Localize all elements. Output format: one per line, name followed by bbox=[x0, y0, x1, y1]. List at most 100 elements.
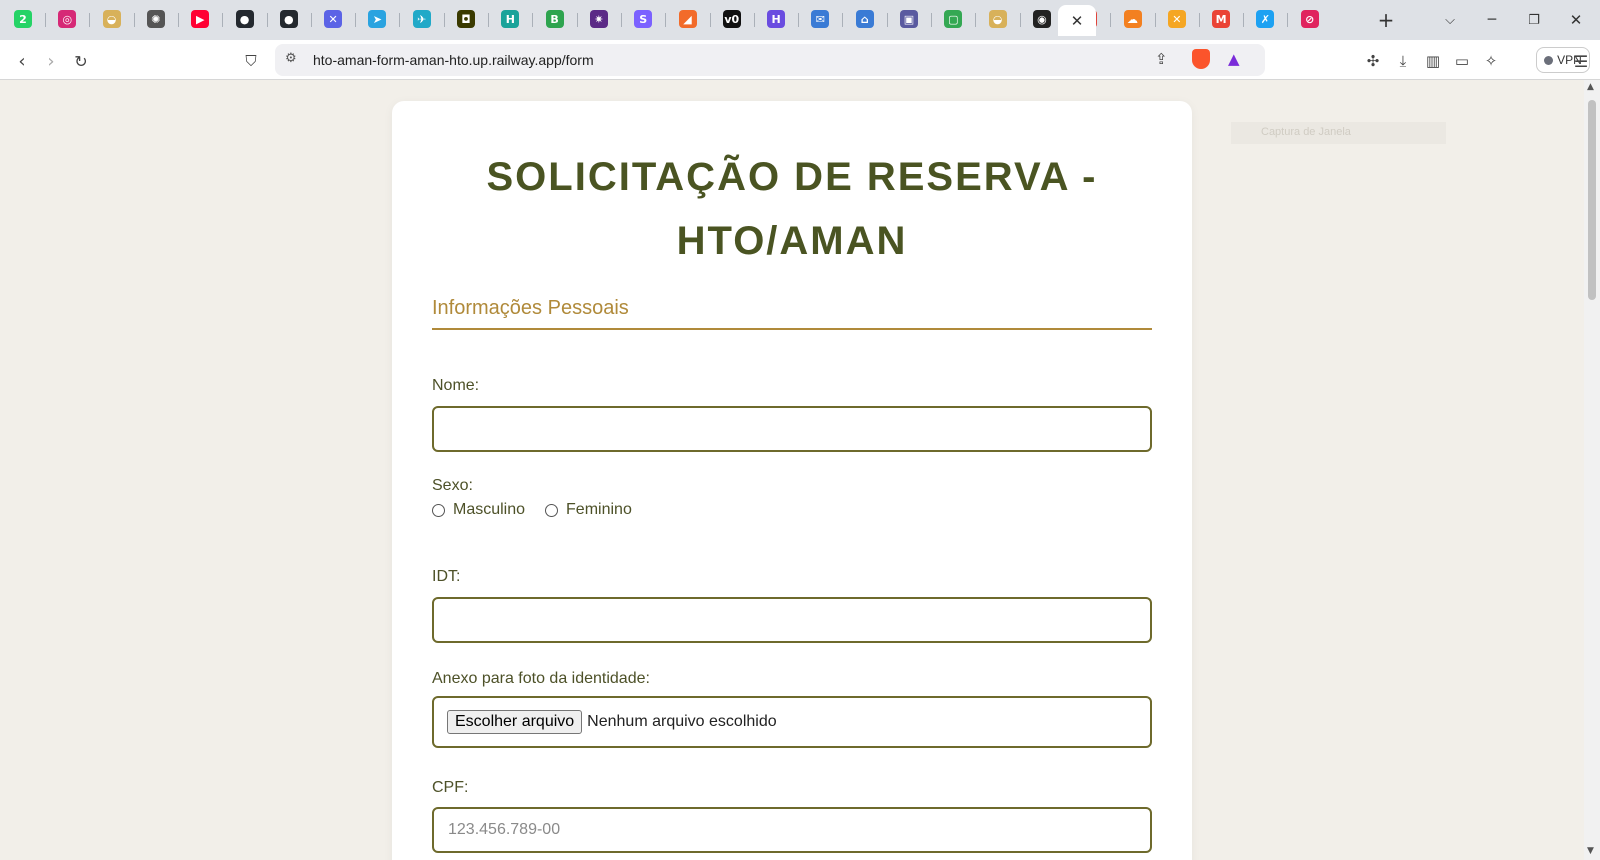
page-title: SOLICITAÇÃO DE RESERVA - HTO/AMAN bbox=[486, 155, 1098, 263]
downloads-icon[interactable]: ⤓ bbox=[1390, 48, 1416, 74]
extensions-icon[interactable]: ✣ bbox=[1360, 48, 1386, 74]
tab-separator bbox=[1019, 13, 1021, 27]
scroll-up-arrow-icon[interactable]: ▲ bbox=[1587, 82, 1594, 92]
menu-icon[interactable]: ☰ bbox=[1568, 48, 1594, 74]
minimize-button[interactable]: ─ bbox=[1472, 6, 1512, 34]
home-tab-icon[interactable]: ⌂ bbox=[855, 10, 874, 28]
red-tab-icon[interactable]: ⊘ bbox=[1300, 10, 1319, 28]
wallet-icon[interactable]: ▭ bbox=[1449, 48, 1475, 74]
tab-separator bbox=[709, 13, 711, 27]
file-status-text: Nenhum arquivo escolhido bbox=[587, 713, 777, 730]
scrollbar-thumb[interactable] bbox=[1588, 100, 1596, 300]
box-tab-icon[interactable]: ▣ bbox=[900, 10, 918, 28]
tab-separator bbox=[576, 13, 578, 27]
tab-separator bbox=[532, 13, 534, 27]
tab-separator bbox=[355, 13, 357, 27]
radio-feminino[interactable] bbox=[545, 503, 559, 517]
instagram-tab-icon[interactable]: ◎ bbox=[58, 10, 77, 28]
sexo-label: Sexo: bbox=[432, 477, 473, 494]
address-bar[interactable]: ⚙ hto-aman-form-aman-hto.up.railway.app/… bbox=[275, 44, 1265, 76]
nome-input[interactable] bbox=[434, 408, 1150, 450]
tab-separator bbox=[842, 13, 844, 27]
star-tab-icon[interactable]: ✷ bbox=[589, 10, 608, 28]
window-capture-overlay: Captura de Janela bbox=[1231, 122, 1446, 144]
tab-separator bbox=[1110, 13, 1112, 27]
food-tab-icon-2[interactable]: ◒ bbox=[988, 10, 1007, 28]
url-text[interactable]: hto-aman-form-aman-hto.up.railway.app/fo… bbox=[313, 52, 594, 68]
page-viewport: Captura de Janela SOLICITAÇÃO DE RESERVA… bbox=[0, 80, 1584, 860]
tab-separator bbox=[1198, 13, 1200, 27]
google-tab-icon[interactable]: ▢ bbox=[944, 10, 963, 28]
nome-label: Nome: bbox=[432, 377, 480, 394]
gmail-tab-icon[interactable]: M bbox=[1212, 10, 1231, 28]
x-tab-icon[interactable]: ✕ bbox=[1167, 10, 1186, 28]
new-tab-button[interactable]: + bbox=[1372, 6, 1400, 34]
tab-separator bbox=[399, 13, 401, 27]
forward-button[interactable]: › bbox=[38, 48, 64, 74]
tools-tab-icon[interactable]: ✕ bbox=[324, 10, 343, 28]
radio-masculino-label[interactable]: Masculino bbox=[453, 501, 525, 519]
page-scrollbar[interactable]: ▲ ▼ bbox=[1584, 80, 1600, 860]
whatsapp-tab-icon[interactable]: 2 bbox=[14, 10, 32, 28]
tab-separator bbox=[1287, 13, 1289, 27]
dark-tab-icon[interactable]: ◉ bbox=[1032, 10, 1051, 28]
tab-separator bbox=[753, 13, 755, 27]
mail-tab-icon[interactable]: ✉ bbox=[811, 10, 830, 28]
tab-separator bbox=[975, 13, 977, 27]
browser-toolbar: ‹ › ↻ ⛉ ⚙ hto-aman-form-aman-hto.up.rail… bbox=[0, 40, 1600, 80]
radio-masculino[interactable] bbox=[432, 503, 445, 517]
sexo-radio-group: Masculino Feminino bbox=[432, 501, 652, 519]
tab-separator bbox=[443, 13, 445, 27]
github-tab-icon-2[interactable]: ● bbox=[279, 10, 298, 28]
nome-field-box bbox=[432, 406, 1152, 452]
tab-separator bbox=[488, 13, 489, 27]
v0-tab-icon[interactable]: v0 bbox=[722, 10, 741, 28]
telegram-tab-icon[interactable]: ➤ bbox=[368, 10, 387, 28]
reload-button[interactable]: ↻ bbox=[68, 48, 94, 74]
cpf-field-box bbox=[432, 807, 1152, 853]
share-icon[interactable]: ⇪ bbox=[1155, 50, 1168, 68]
food-tab-icon[interactable]: ◒ bbox=[102, 10, 121, 28]
back-button[interactable]: ‹ bbox=[9, 48, 35, 74]
github-tab-icon[interactable]: ● bbox=[235, 10, 254, 28]
tab-separator bbox=[1154, 13, 1156, 27]
restore-button[interactable]: ❐ bbox=[1514, 6, 1554, 34]
cpf-input[interactable] bbox=[434, 809, 1150, 851]
tab-separator bbox=[310, 13, 312, 27]
tab-separator bbox=[133, 13, 135, 27]
x-blue-tab-icon[interactable]: ✗ bbox=[1256, 10, 1275, 28]
tab-separator bbox=[620, 13, 622, 27]
b-tab-icon[interactable]: B bbox=[545, 10, 564, 28]
close-window-button[interactable]: ✕ bbox=[1556, 6, 1596, 34]
cpf-label: CPF: bbox=[432, 779, 469, 796]
youtube-tab-icon[interactable]: ▶ bbox=[191, 10, 210, 28]
plane-tab-icon[interactable]: ✈ bbox=[412, 10, 431, 28]
active-tab-close-icon[interactable]: ✕ bbox=[1058, 5, 1096, 36]
leo-ai-icon[interactable]: ✧ bbox=[1478, 48, 1504, 74]
tab-separator bbox=[177, 13, 179, 27]
choose-file-button[interactable]: Escolher arquivo bbox=[447, 710, 583, 734]
bookmark-icon[interactable]: ⛉ bbox=[238, 48, 264, 74]
pen-tab-icon[interactable]: ◢ bbox=[678, 10, 697, 28]
tab-separator bbox=[266, 13, 268, 27]
app-tab-icon[interactable]: ◘ bbox=[457, 10, 475, 28]
brave-rewards-icon[interactable]: ▲ bbox=[1228, 50, 1240, 68]
anexo-label: Anexo para foto da identidade: bbox=[432, 670, 650, 687]
h-tab-icon[interactable]: H bbox=[501, 10, 520, 28]
radio-feminino-label[interactable]: Feminino bbox=[566, 501, 632, 519]
site-settings-icon[interactable]: ⚙ bbox=[285, 51, 297, 66]
s-tab-icon[interactable]: S bbox=[634, 10, 653, 28]
tab-separator bbox=[665, 13, 667, 27]
tab-separator bbox=[89, 13, 91, 27]
openai-tab-icon[interactable]: ✺ bbox=[146, 10, 165, 28]
tab-separator bbox=[1243, 13, 1245, 27]
scroll-down-arrow-icon[interactable]: ▼ bbox=[1587, 846, 1594, 856]
sidebar-icon[interactable]: ▥ bbox=[1420, 48, 1446, 74]
tab-separator bbox=[45, 13, 46, 27]
cloudflare-tab-icon[interactable]: ☁ bbox=[1123, 10, 1142, 28]
tab-search-chevron-icon[interactable]: ⌵ bbox=[1436, 6, 1464, 34]
h-purple-tab-icon[interactable]: H bbox=[767, 10, 786, 28]
idt-input[interactable] bbox=[434, 599, 1150, 641]
tab-strip: 2◎◒✺▶●●✕➤✈◘HB✷S◢v0H✉⌂▣▢◒◉🔒☁✕M✗⊘ ✕ + ⌵ ─ … bbox=[0, 0, 1600, 40]
brave-shield-icon[interactable] bbox=[1192, 49, 1210, 69]
